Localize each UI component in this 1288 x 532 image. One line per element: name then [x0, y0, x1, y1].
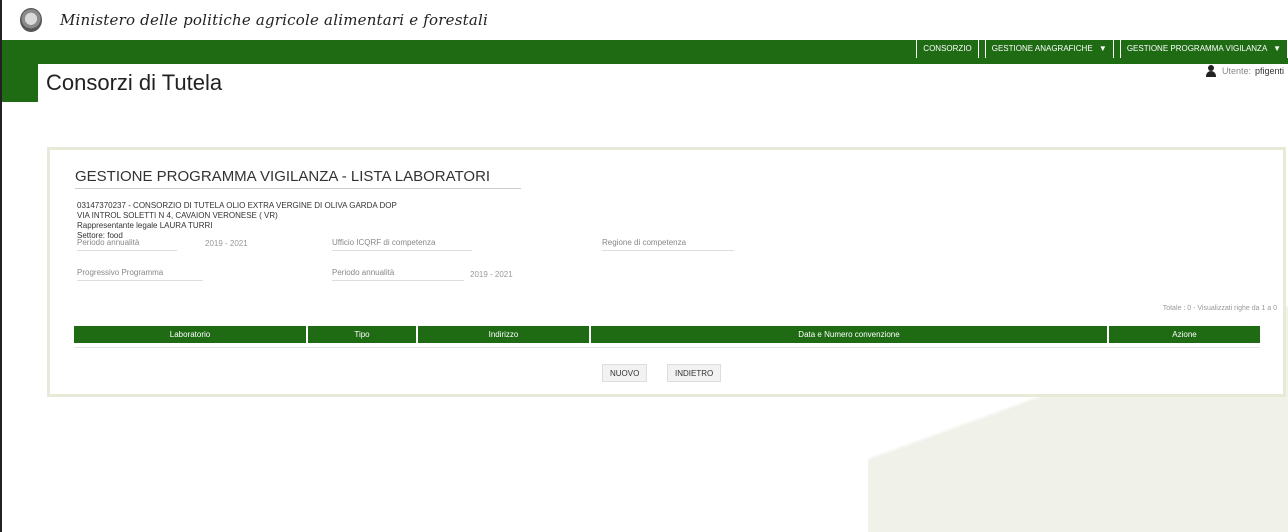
progressivo-programma-label: Progressivo Programma	[77, 268, 203, 281]
title-divider	[75, 188, 521, 189]
periodo-annualita-2-value: 2019 - 2021	[470, 270, 513, 279]
nuovo-button[interactable]: NUOVO	[602, 364, 648, 382]
legal-representative: Rappresentante legale LAURA TURRI	[77, 221, 213, 230]
nav-item-label: GESTIONE ANAGRAFICHE	[991, 44, 1093, 53]
results-count: Totale : 0 - Visualizzati righe da 1 a 0	[1162, 305, 1277, 312]
consortium-name: 03147370237 - CONSORZIO DI TUTELA OLIO E…	[77, 201, 397, 210]
nav-item-label: CONSORZIO	[923, 44, 972, 53]
user-icon	[1205, 65, 1216, 77]
periodo-annualita-2-label: Periodo annualità	[332, 268, 464, 281]
column-header-laboratorio[interactable]: Laboratorio	[74, 326, 308, 343]
column-header-indirizzo[interactable]: Indirizzo	[418, 326, 591, 343]
periodo-annualita-label: Periodo annualità	[77, 238, 177, 251]
ufficio-icqrf-label: Ufficio ICQRF di competenza	[332, 238, 472, 251]
table-header: Laboratorio Tipo Indirizzo Data e Numero…	[74, 326, 1260, 343]
nav-item-label: GESTIONE PROGRAMMA VIGILANZA	[1126, 44, 1267, 53]
top-header: Ministero delle politiche agricole alime…	[2, 0, 1288, 40]
column-header-azione[interactable]: Azione	[1109, 326, 1260, 343]
consortium-info: 03147370237 - CONSORZIO DI TUTELA OLIO E…	[77, 201, 397, 241]
republic-emblem-icon	[20, 8, 42, 32]
table-bottom-rule	[74, 347, 1260, 348]
nav-bar-underline	[38, 58, 1288, 64]
indietro-button[interactable]: INDIETRO	[667, 364, 722, 382]
consortium-address: VIA INTROL SOLETTI N 4, CAVAION VERONESE…	[77, 211, 278, 220]
nav-item-gestione-anagrafiche[interactable]: GESTIONE ANAGRAFICHE ▼	[984, 40, 1114, 58]
periodo-annualita-value: 2019 - 2021	[205, 239, 248, 248]
panel-title: GESTIONE PROGRAMMA VIGILANZA - LISTA LAB…	[75, 168, 491, 185]
user-name: pfigenti	[1254, 66, 1284, 76]
ministry-name: Ministero delle politiche agricole alime…	[60, 11, 488, 29]
title-accent-strip	[2, 58, 38, 102]
nav-item-consorzio[interactable]: CONSORZIO	[916, 40, 979, 58]
page-title: Consorzi di Tutela	[46, 70, 223, 95]
content-panel: GESTIONE PROGRAMMA VIGILANZA - LISTA LAB…	[47, 147, 1286, 397]
caret-down-icon: ▼	[1273, 44, 1281, 53]
user-label: Utente:	[1221, 66, 1251, 76]
caret-down-icon: ▼	[1098, 44, 1107, 53]
regione-competenza-label: Regione di competenza	[602, 238, 734, 251]
column-header-data-numero-convenzione[interactable]: Data e Numero convenzione	[591, 326, 1109, 343]
nav-item-gestione-programma-vigilanza[interactable]: GESTIONE PROGRAMMA VIGILANZA ▼	[1119, 40, 1288, 58]
user-info[interactable]: Utente: pfigenti	[1205, 65, 1284, 77]
main-nav-menu: CONSORZIO GESTIONE ANAGRAFICHE ▼ GESTION…	[910, 40, 1288, 58]
column-header-tipo[interactable]: Tipo	[308, 326, 418, 343]
